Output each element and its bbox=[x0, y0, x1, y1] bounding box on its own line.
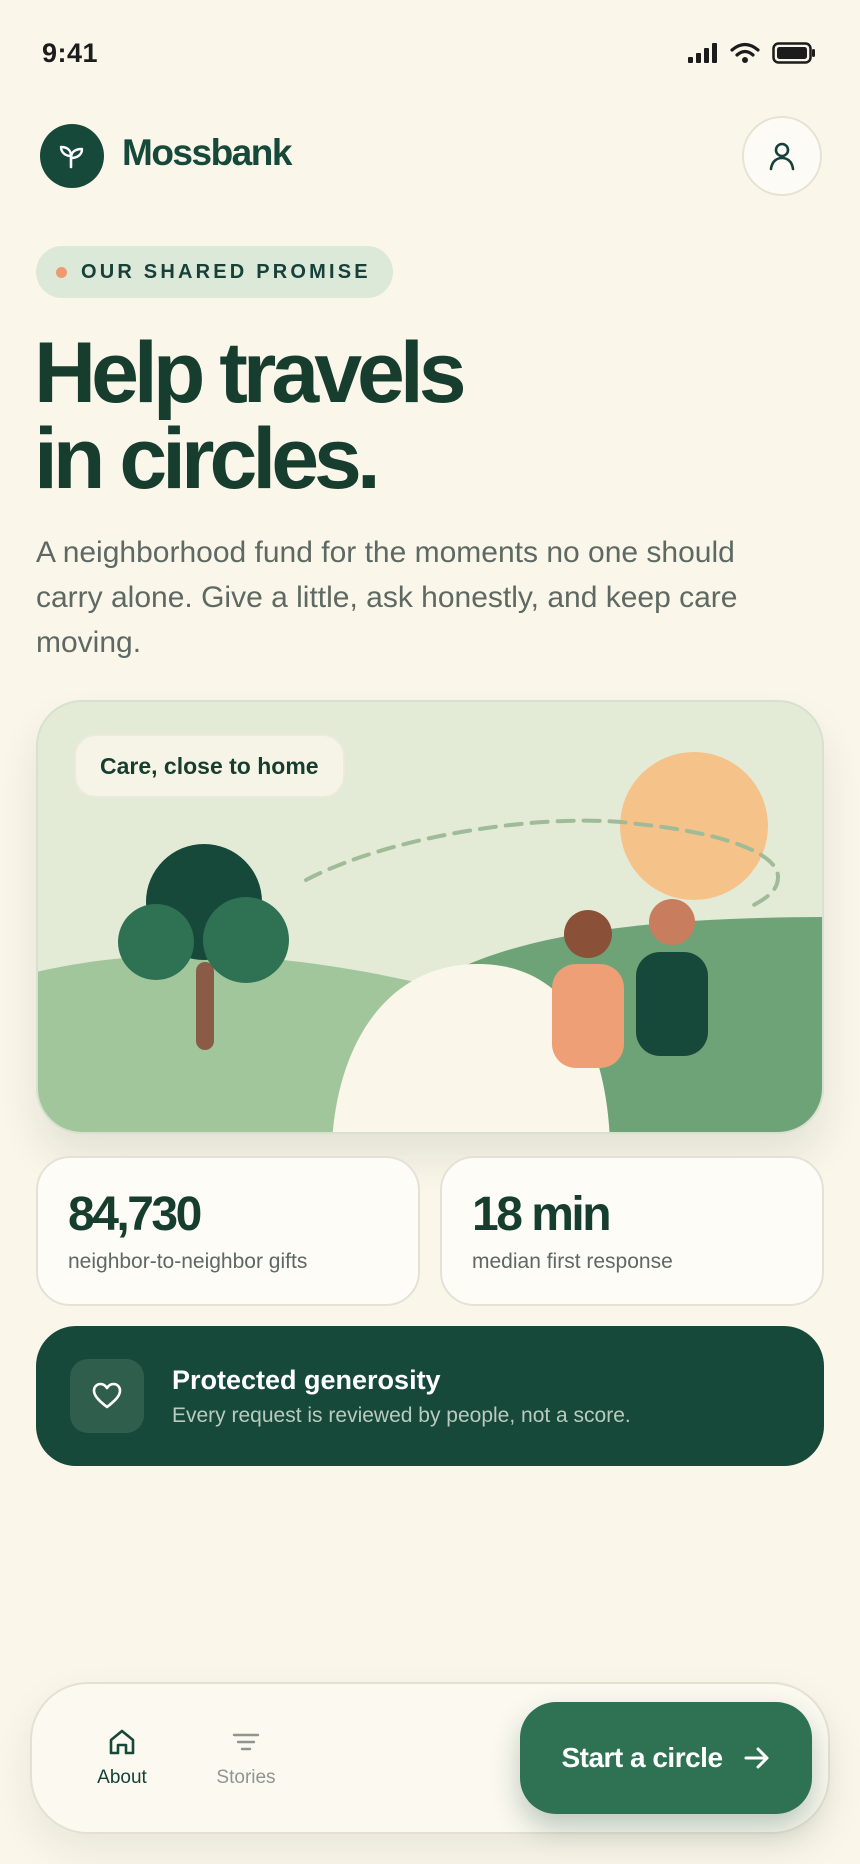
protected-text: Protected generosity Every request is re… bbox=[172, 1365, 631, 1428]
start-circle-button[interactable]: Start a circle bbox=[520, 1702, 812, 1814]
stat-card-response: 18 min median first response bbox=[440, 1156, 824, 1306]
eyebrow-pill: OUR SHARED PROMISE bbox=[36, 246, 393, 298]
hero-title-line1: Help travels bbox=[34, 325, 467, 421]
nav-item-about[interactable]: About bbox=[76, 1684, 168, 1832]
hero-title: Help travels in circles. bbox=[34, 330, 467, 502]
stories-icon bbox=[232, 1733, 260, 1751]
profile-button[interactable] bbox=[742, 116, 822, 196]
nav-item-stories[interactable]: Stories bbox=[198, 1684, 294, 1832]
nav-label-about: About bbox=[97, 1767, 147, 1788]
protected-generosity-card[interactable]: Protected generosity Every request is re… bbox=[36, 1326, 824, 1466]
illustration-card: Care, close to home bbox=[36, 700, 824, 1134]
brand-logo[interactable] bbox=[40, 124, 104, 188]
brand-name: Mossbank bbox=[122, 132, 292, 173]
status-icons bbox=[688, 42, 816, 64]
heart-icon-tile bbox=[70, 1359, 144, 1433]
start-circle-label: Start a circle bbox=[561, 1742, 723, 1773]
status-time: 9:41 bbox=[42, 38, 99, 68]
pill-dot bbox=[56, 266, 67, 278]
battery-icon bbox=[772, 42, 815, 64]
user-icon bbox=[769, 142, 795, 171]
stat-value: 84,730 bbox=[68, 1188, 202, 1241]
illustration-chip: Care, close to home bbox=[74, 734, 345, 798]
wifi-icon bbox=[730, 42, 760, 63]
arrow-right-icon bbox=[744, 1747, 769, 1769]
protected-subtitle: Every request is reviewed by people, not… bbox=[172, 1403, 631, 1427]
bottom-nav: About Stories Start a circle bbox=[30, 1682, 830, 1834]
stat-value: 18 min bbox=[472, 1188, 612, 1241]
stat-label: neighbor-to-neighbor gifts bbox=[68, 1250, 308, 1273]
protected-title: Protected generosity bbox=[172, 1364, 441, 1395]
home-icon bbox=[109, 1729, 135, 1755]
stat-card-gifts: 84,730 neighbor-to-neighbor gifts bbox=[36, 1156, 420, 1306]
hero-title-line2: in circles. bbox=[34, 411, 381, 507]
eyebrow-text: OUR SHARED PROMISE bbox=[81, 260, 371, 283]
stat-label: median first response bbox=[472, 1250, 673, 1273]
sprout-icon bbox=[59, 145, 84, 169]
nav-label-stories: Stories bbox=[216, 1767, 276, 1788]
hero-subtitle: A neighborhood fund for the moments no o… bbox=[36, 536, 738, 659]
heart-icon bbox=[92, 1382, 122, 1409]
signal-icon bbox=[688, 43, 717, 63]
